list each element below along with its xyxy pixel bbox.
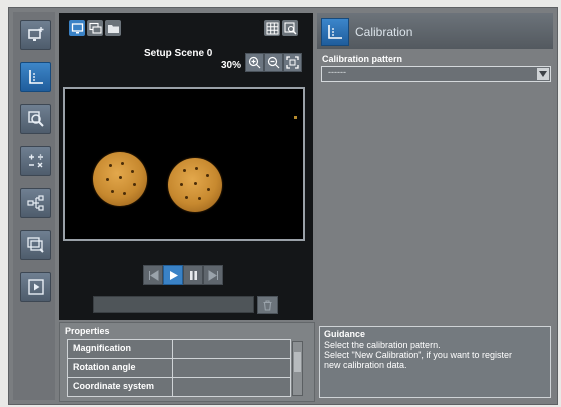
properties-table: Magnification Rotation angle Coordinate … xyxy=(67,339,291,397)
pause-button[interactable] xyxy=(183,265,203,285)
table-row[interactable]: Magnification xyxy=(68,340,290,359)
image-search-button[interactable] xyxy=(20,230,51,260)
zoom-level: 30% xyxy=(221,60,242,71)
property-label: Magnification xyxy=(73,343,131,353)
fit-window-icon xyxy=(286,56,299,69)
zoom-out-icon xyxy=(267,56,280,69)
delete-button[interactable] xyxy=(257,296,278,314)
chart-axis-icon xyxy=(28,70,43,84)
next-frame-button[interactable] xyxy=(203,265,223,285)
monitor-add-icon xyxy=(27,27,43,41)
calibration-tool-button[interactable] xyxy=(20,62,51,92)
image-search-icon xyxy=(26,237,44,253)
zoom-out-button[interactable] xyxy=(264,53,283,72)
calibration-title: Calibration xyxy=(355,25,413,39)
guidance-header: Guidance xyxy=(324,329,366,339)
trash-icon xyxy=(263,299,272,311)
inspect-button[interactable] xyxy=(20,104,51,134)
magnifier-icon xyxy=(27,111,44,127)
image-zoom-icon xyxy=(283,21,296,34)
cracker-image-right xyxy=(168,158,222,212)
calibration-pattern-value: ------ xyxy=(328,67,346,77)
image-panel: Setup Scene 0 30% xyxy=(59,13,313,320)
image-artifact xyxy=(294,116,297,119)
application-window: Setup Scene 0 30% Properties Magnificati… xyxy=(8,7,558,405)
camera-view-button[interactable] xyxy=(69,20,85,36)
branch-button[interactable] xyxy=(20,188,51,218)
folder-button[interactable] xyxy=(105,20,121,36)
calculation-button[interactable] xyxy=(20,146,51,176)
image-info-button[interactable] xyxy=(282,20,298,36)
properties-panel: Properties Magnification Rotation angle … xyxy=(59,322,315,402)
grid-button[interactable] xyxy=(264,20,280,36)
table-row[interactable]: Rotation angle xyxy=(68,359,290,378)
pause-icon xyxy=(189,270,197,280)
chevron-down-icon xyxy=(539,71,547,77)
play-icon xyxy=(169,270,178,280)
skip-back-icon xyxy=(148,269,158,281)
guidance-line: new calibration data. xyxy=(324,360,407,370)
dropdown-arrow-button[interactable] xyxy=(537,68,549,80)
guidance-box: Guidance Select the calibration pattern.… xyxy=(319,326,551,398)
properties-scrollbar[interactable] xyxy=(292,341,303,396)
add-scene-button[interactable] xyxy=(20,20,51,50)
folder-icon xyxy=(107,24,119,33)
calibration-pattern-label: Calibration pattern xyxy=(322,54,403,64)
left-toolbar xyxy=(13,12,55,400)
output-button[interactable] xyxy=(20,272,51,302)
calibration-panel: Calibration Calibration pattern ------ G… xyxy=(317,13,553,400)
dual-view-button[interactable] xyxy=(87,20,103,36)
chart-axis-icon xyxy=(328,25,342,39)
guidance-line: Select the calibration pattern. xyxy=(324,340,441,350)
guidance-line: Select "New Calibration", if you want to… xyxy=(324,350,512,360)
scene-title: Setup Scene 0 xyxy=(144,48,213,59)
scrollbar-thumb[interactable] xyxy=(294,352,301,372)
zoom-in-icon xyxy=(248,56,261,69)
flow-branch-icon xyxy=(26,195,44,211)
arithmetic-icon xyxy=(28,154,43,168)
play-frame-icon xyxy=(27,279,44,295)
zoom-in-button[interactable] xyxy=(245,53,264,72)
monitor-icon xyxy=(71,22,83,33)
property-label: Coordinate system xyxy=(73,381,155,391)
play-button[interactable] xyxy=(163,265,183,285)
camera-image-view[interactable] xyxy=(63,87,305,241)
previous-frame-button[interactable] xyxy=(143,265,163,285)
skip-forward-icon xyxy=(208,269,218,281)
calibration-header: Calibration xyxy=(317,13,553,49)
properties-header: Properties xyxy=(65,326,110,336)
grid-icon xyxy=(266,22,278,34)
property-label: Rotation angle xyxy=(73,362,136,372)
cracker-image-left xyxy=(93,152,147,206)
table-row[interactable]: Coordinate system xyxy=(68,378,290,396)
calibration-pattern-select[interactable]: ------ xyxy=(321,66,551,82)
scene-position-bar[interactable] xyxy=(93,296,254,313)
fit-to-window-button[interactable] xyxy=(283,53,302,72)
calibration-icon-box xyxy=(321,18,349,46)
monitors-icon xyxy=(88,22,102,34)
